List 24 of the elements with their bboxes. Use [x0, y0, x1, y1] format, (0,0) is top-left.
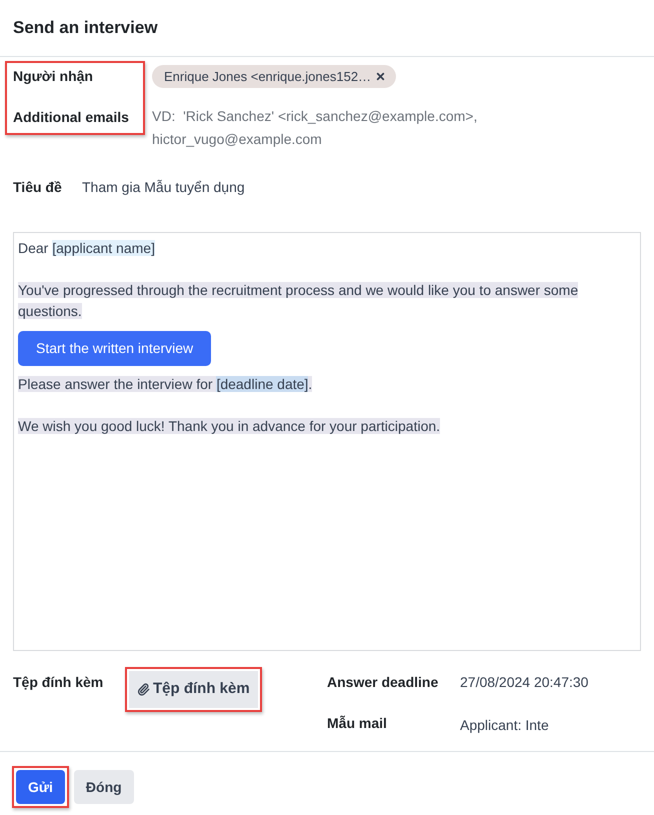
- field-label: Người nhận: [13, 67, 93, 86]
- attach-file-button[interactable]: Tệp đính kèm: [129, 671, 258, 708]
- field-label: Tiêu đề: [13, 178, 63, 196]
- email-paragraph: Dear [applicant name]: [18, 239, 155, 258]
- email-paragraph: Please answer the interview for [deadline date].: [18, 375, 312, 394]
- email-paragraph: We wish you good luck! Thank you in advance for your participation.: [18, 417, 440, 436]
- close-button[interactable]: Đóng: [74, 770, 134, 804]
- start-interview-button[interactable]: Start the written interview: [18, 331, 212, 366]
- dialog-title: Send an interview: [13, 17, 158, 40]
- email-body-editor[interactable]: [13, 232, 641, 651]
- email-paragraph: You've progressed through the recruitment process and we would like you to answer some questions.: [18, 281, 580, 321]
- subject-field[interactable]: Tham gia Mẫu tuyển dụng: [82, 176, 382, 198]
- paperclip-icon: [137, 683, 150, 696]
- send-button[interactable]: Gửi: [16, 770, 65, 804]
- field-label: Additional emails: [13, 108, 129, 127]
- remove-icon[interactable]: [375, 71, 386, 82]
- answer-deadline-field[interactable]: 27/08/2024 20:47:30: [460, 671, 610, 693]
- field-label: Answer deadline: [327, 673, 440, 692]
- recipient-tag[interactable]: Enrique Jones <enrique.jones152…: [152, 65, 396, 88]
- field-label: Mẫu mail: [327, 714, 388, 733]
- field-label: Tệp đính kèm: [13, 673, 104, 692]
- additional-emails-field[interactable]: VD: 'Rick Sanchez' <rick_sanchez@example.com>, hictor_vugo@example.com: [152, 105, 532, 153]
- mail-template-field[interactable]: Applicant: Inte: [460, 714, 570, 736]
- tag-text: Enrique Jones <enrique.jones152…: [164, 68, 372, 86]
